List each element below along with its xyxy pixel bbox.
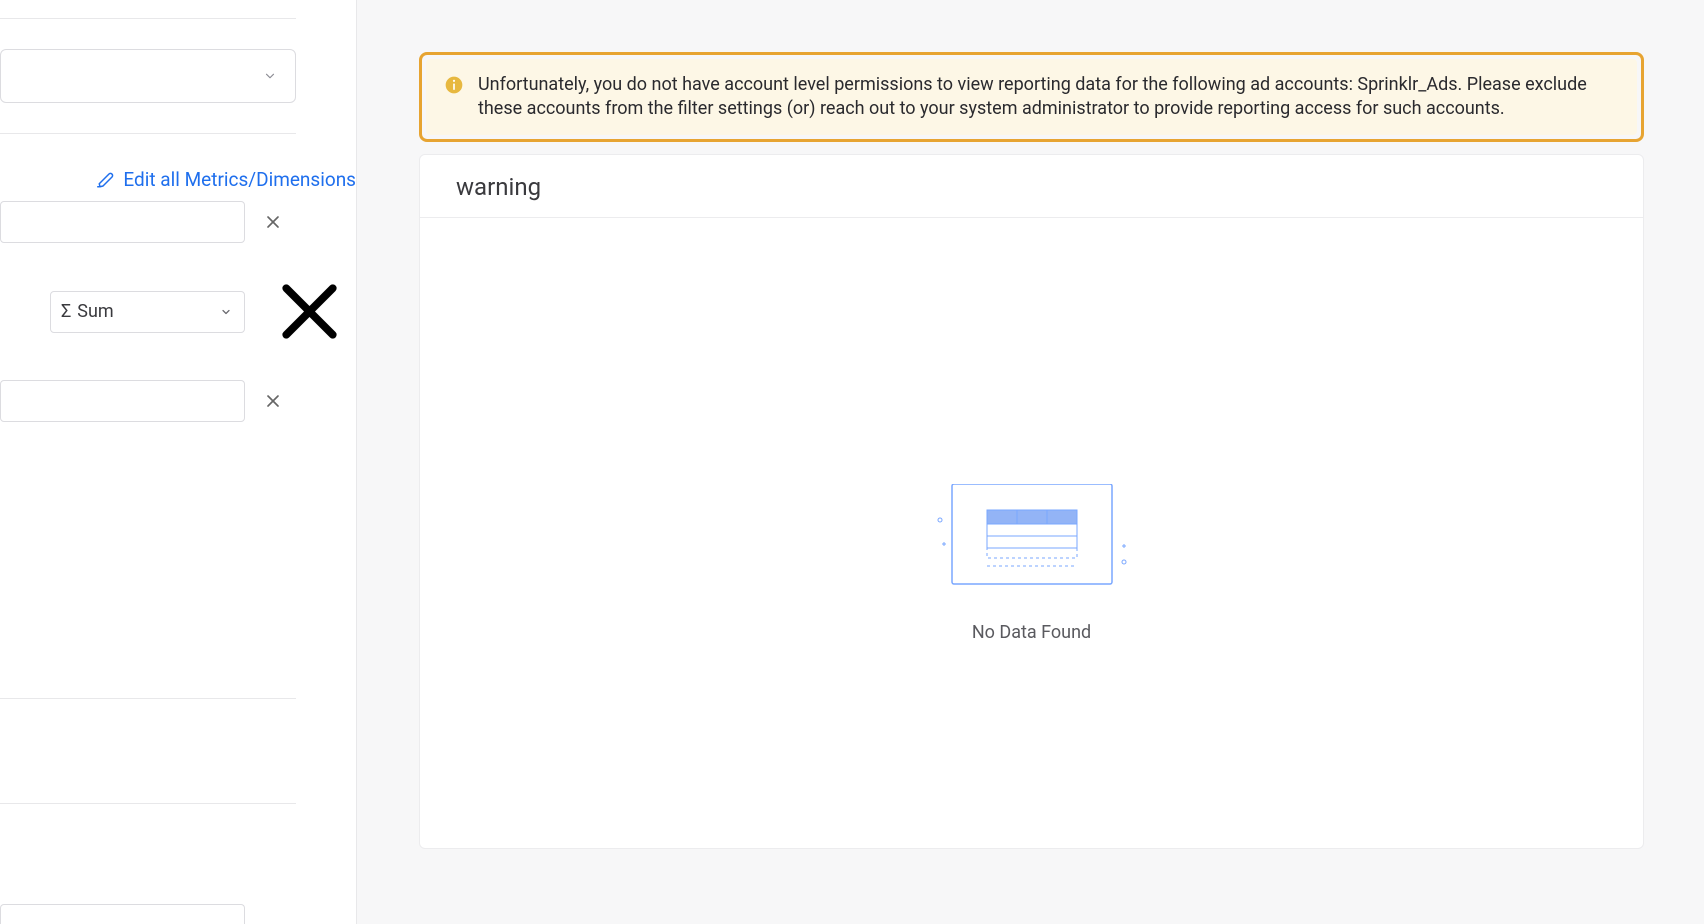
warning-message: Unfortunately, you do not have account l… [478, 73, 1617, 121]
empty-state-message: No Data Found [972, 622, 1091, 643]
empty-state-illustration [932, 484, 1132, 594]
remove-metric-button[interactable] [263, 212, 283, 232]
sidebar: Edit all Metrics/Dimensions Σ Sum [0, 0, 357, 924]
card-title: warning [456, 173, 1607, 201]
widget-card: warning No Data Foun [419, 154, 1644, 849]
card-header: warning [420, 155, 1643, 218]
aggregation-label: Sum [77, 301, 220, 322]
footer-input[interactable] [0, 904, 245, 924]
metric-row [0, 380, 356, 422]
divider [0, 18, 296, 19]
aggregation-row: Σ Sum [0, 265, 356, 358]
edit-metrics-link[interactable]: Edit all Metrics/Dimensions [0, 168, 356, 191]
main-content: Unfortunately, you do not have account l… [357, 0, 1704, 924]
metric-list: Σ Sum [0, 201, 356, 422]
chevron-down-icon [220, 306, 232, 318]
sigma-icon: Σ [61, 301, 71, 322]
aggregation-select[interactable]: Σ Sum [50, 291, 245, 333]
divider [0, 698, 296, 699]
card-body: No Data Found [420, 218, 1643, 848]
info-icon [444, 75, 464, 95]
chevron-down-icon [263, 69, 277, 83]
divider [0, 133, 296, 134]
permission-warning-banner: Unfortunately, you do not have account l… [419, 52, 1644, 142]
remove-metric-button[interactable] [263, 265, 356, 358]
pencil-icon [97, 171, 115, 189]
divider [0, 803, 296, 804]
remove-metric-button[interactable] [263, 391, 283, 411]
metric-input[interactable] [0, 201, 245, 243]
metric-row [0, 201, 356, 243]
filter-select[interactable] [0, 49, 296, 103]
sidebar-content: Edit all Metrics/Dimensions Σ Sum [0, 18, 356, 422]
warning-inner: Unfortunately, you do not have account l… [426, 59, 1637, 135]
edit-metrics-label: Edit all Metrics/Dimensions [123, 168, 356, 191]
metric-input[interactable] [0, 380, 245, 422]
